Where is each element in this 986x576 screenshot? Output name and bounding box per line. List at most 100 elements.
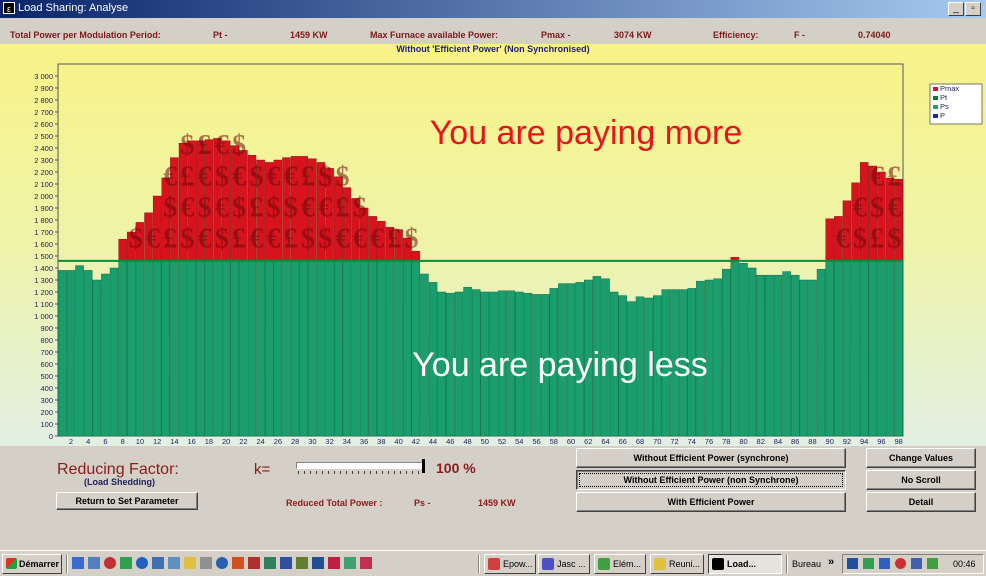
browser-icon[interactable] <box>136 557 148 569</box>
task-jasc[interactable]: Jasc ... <box>538 554 590 574</box>
windows-taskbar: Démarrer Epow... Jasc ... Elém... Reuni.… <box>0 550 986 576</box>
app-icon-15[interactable] <box>360 557 372 569</box>
x-tick-label: 40 <box>394 437 402 446</box>
desktop-toolbar-label[interactable]: Bureau <box>792 559 821 569</box>
currency-glyph: $ <box>232 193 246 224</box>
app-icon-12[interactable] <box>312 557 324 569</box>
currency-glyph: $ <box>353 193 367 224</box>
x-tick-label: 60 <box>567 437 575 446</box>
y-tick-label: 2 000 <box>34 192 53 201</box>
bar <box>58 270 67 437</box>
x-tick-label: 84 <box>774 437 782 446</box>
with-efficient-power-button[interactable]: With Efficient Power <box>576 492 846 512</box>
tray-icon-4[interactable] <box>927 558 938 569</box>
toolbar-chevron[interactable]: » <box>828 556 834 568</box>
bar <box>273 260 283 437</box>
change-values-button[interactable]: Change Values <box>866 448 976 468</box>
network-icon[interactable] <box>879 558 890 569</box>
bar <box>109 267 119 437</box>
app-icon-3[interactable] <box>152 557 164 569</box>
currency-glyph: $ <box>284 193 298 224</box>
app-icon-9[interactable] <box>264 557 276 569</box>
currency-glyph: $ <box>198 193 212 224</box>
app-icon-1[interactable] <box>104 557 116 569</box>
without-efficient-power-nonsync-button[interactable]: Without Efficient Power (non Synchrone) <box>576 470 846 490</box>
bar <box>739 262 748 437</box>
tray-icon-1[interactable] <box>847 558 858 569</box>
maximize-button[interactable]: ▫ <box>965 2 981 16</box>
x-tick-label: 12 <box>153 437 161 446</box>
bar <box>213 260 222 437</box>
bar <box>765 274 774 437</box>
currency-glyph: € <box>836 224 850 255</box>
tray-icon-3[interactable] <box>895 558 906 569</box>
y-tick-label: 1 400 <box>34 264 53 273</box>
x-tick-label: 58 <box>550 437 558 446</box>
currency-glyph: £ <box>887 161 901 192</box>
no-scroll-button[interactable]: No Scroll <box>866 470 976 490</box>
shield-icon[interactable] <box>911 558 922 569</box>
y-tick-label: 0 <box>49 432 53 441</box>
x-tick-label: 74 <box>688 437 696 446</box>
app-icon-13[interactable] <box>328 557 340 569</box>
currency-glyph: € <box>198 224 212 255</box>
reduced-power-label: Reduced Total Power : <box>286 498 383 508</box>
bar <box>842 260 852 437</box>
reduction-slider[interactable] <box>290 459 430 474</box>
y-tick-label: 2 100 <box>34 180 53 189</box>
currency-glyph: € <box>887 193 901 224</box>
detail-button[interactable]: Detail <box>866 492 976 512</box>
task-reuni[interactable]: Reuni... <box>650 554 704 574</box>
pt-symbol: Pt - <box>213 30 228 40</box>
slider-thumb[interactable] <box>422 459 425 473</box>
legend-swatch <box>933 96 938 100</box>
mail-icon[interactable] <box>88 557 100 569</box>
folder-icon[interactable] <box>184 557 196 569</box>
tray-icon-2[interactable] <box>863 558 874 569</box>
sync-button-label: Without Efficient Power (synchrone) <box>633 453 789 463</box>
without-efficient-power-sync-button[interactable]: Without Efficient Power (synchrone) <box>576 448 846 468</box>
detail-label: Detail <box>908 497 934 507</box>
currency-glyph: £ <box>387 224 401 255</box>
task-epow[interactable]: Epow... <box>484 554 536 574</box>
bar <box>402 260 412 437</box>
app-icon-4[interactable] <box>168 557 180 569</box>
task-elem[interactable]: Elém... <box>594 554 646 574</box>
nonsync-button-label: Without Efficient Power (non Synchrone) <box>623 475 799 485</box>
task-load[interactable]: Load... <box>708 554 782 574</box>
currency-glyph: $ <box>336 161 350 192</box>
currency-glyph: € <box>853 193 867 224</box>
legend-label: Ps <box>940 102 949 111</box>
desktop-icon[interactable] <box>72 557 84 569</box>
bar <box>221 260 231 437</box>
bar <box>92 279 102 437</box>
app-icon-14[interactable] <box>344 557 356 569</box>
bar <box>308 260 317 437</box>
app-icon-6[interactable] <box>216 557 228 569</box>
bar <box>877 260 886 437</box>
y-tick-label: 2 700 <box>34 108 53 117</box>
app-icon-8[interactable] <box>248 557 260 569</box>
y-tick-label: 600 <box>40 360 53 369</box>
window-titlebar[interactable]: ε Load Sharing: Analyse _ ▫ <box>0 0 986 18</box>
y-tick-label: 2 300 <box>34 156 53 165</box>
app-icon-2[interactable] <box>120 557 132 569</box>
x-tick-label: 22 <box>239 437 247 446</box>
currency-glyph: £ <box>870 224 884 255</box>
return-to-set-parameter-button[interactable]: Return to Set Parameter <box>56 492 198 510</box>
minimize-button[interactable]: _ <box>948 2 964 16</box>
bar <box>152 260 162 437</box>
bar <box>773 274 783 437</box>
app-icon-10[interactable] <box>280 557 292 569</box>
currency-glyph: £ <box>249 193 263 224</box>
app-icon-5[interactable] <box>200 557 212 569</box>
y-tick-label: 200 <box>40 408 53 417</box>
app-icon-7[interactable] <box>232 557 244 569</box>
efficiency-value: 0.74040 <box>858 30 891 40</box>
return-button-label: Return to Set Parameter <box>75 496 179 506</box>
app-icon-11[interactable] <box>296 557 308 569</box>
currency-glyph: $ <box>318 224 332 255</box>
bar <box>135 260 145 437</box>
bar <box>196 260 205 437</box>
start-button[interactable]: Démarrer <box>2 554 62 574</box>
